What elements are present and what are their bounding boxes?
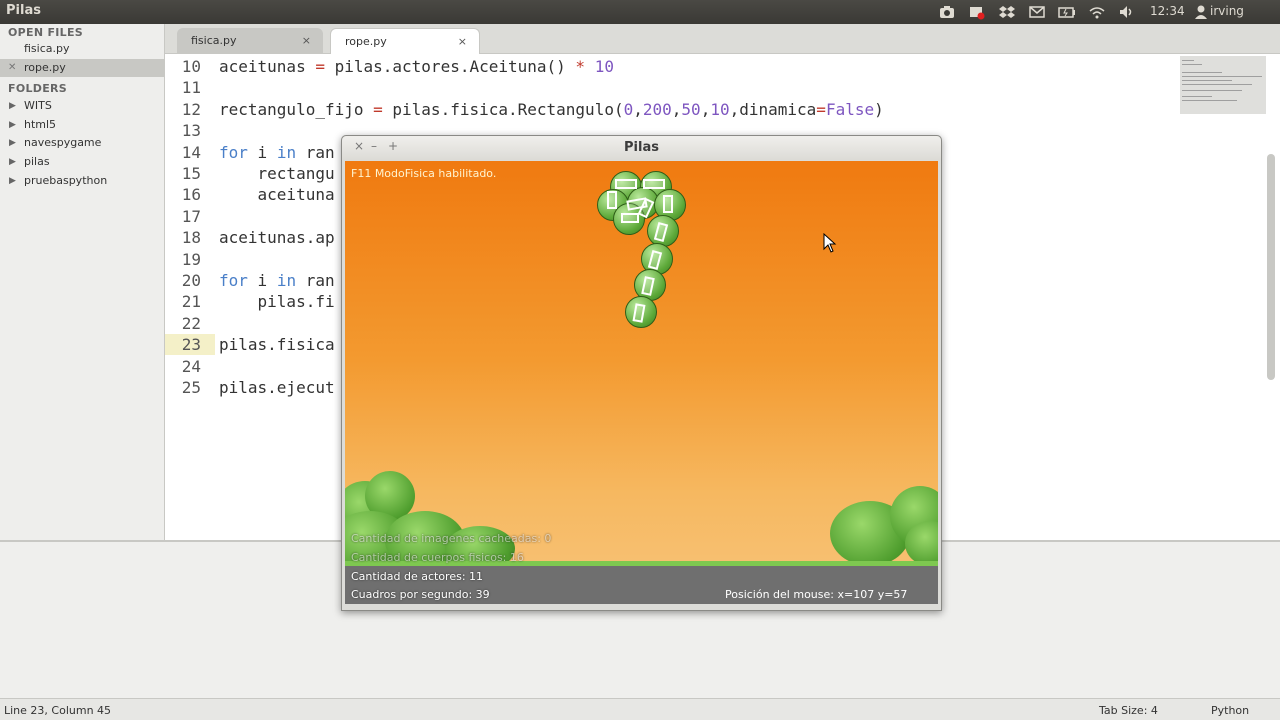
physics-body xyxy=(643,179,665,189)
code-text: aceitunas.ap xyxy=(219,228,335,248)
user-icon[interactable] xyxy=(1192,3,1210,21)
tab-label: rope.py xyxy=(345,35,387,48)
physics-mode-message: F11 ModoFisica habilitado. xyxy=(351,167,497,180)
line-number: 12 xyxy=(181,99,201,119)
line-number: 14 xyxy=(181,142,201,162)
tab-bar: fisica.py × rope.py × xyxy=(165,24,1280,55)
code-text: pilas.fi xyxy=(219,292,335,312)
folder-item[interactable]: ▶ pruebaspython xyxy=(0,172,164,190)
line-number: 23 xyxy=(181,335,201,355)
folder-item[interactable]: ▶ WITS xyxy=(0,97,164,115)
line-number: 19 xyxy=(181,249,201,269)
expand-arrow-icon[interactable]: ▶ xyxy=(9,116,16,134)
window-titlebar[interactable]: × – + Pilas xyxy=(342,136,941,160)
user-name[interactable]: irving xyxy=(1210,4,1244,18)
expand-arrow-icon[interactable]: ▶ xyxy=(9,134,16,152)
volume-icon[interactable] xyxy=(1118,3,1136,21)
minimap[interactable] xyxy=(1180,56,1266,114)
folder-item[interactable]: ▶ navespygame xyxy=(0,134,164,152)
line-number: 25 xyxy=(181,378,201,397)
battery-icon[interactable] xyxy=(1058,3,1076,21)
code-text: for i in ran xyxy=(219,271,335,290)
code-line[interactable]: 11 xyxy=(165,77,1165,98)
folder-item[interactable]: ▶ pilas xyxy=(0,153,164,171)
line-number: 17 xyxy=(181,206,201,226)
physics-body xyxy=(621,213,639,223)
hud-actors: Cantidad de actores: 11 xyxy=(351,570,484,583)
hud-fps: Cuadros por segundo: 39 xyxy=(351,588,490,601)
physics-body xyxy=(663,195,673,213)
pilas-window[interactable]: × – + Pilas F11 ModoFisica habilitado. C… xyxy=(341,135,942,611)
mouse-cursor-icon xyxy=(823,233,837,253)
app-title: Pilas xyxy=(6,3,41,18)
physics-body xyxy=(615,179,637,189)
tab-size-selector[interactable]: Tab Size: 4 xyxy=(1099,704,1158,717)
line-number: 11 xyxy=(181,78,201,98)
code-text: rectangulo_fijo = pilas.fisica.Rectangul… xyxy=(219,99,884,119)
folder-item[interactable]: ▶ html5 xyxy=(0,116,164,134)
code-line[interactable]: 10 aceitunas = pilas.actores.Aceituna() *… xyxy=(165,56,1165,77)
code-text: pilas.ejecut xyxy=(219,378,335,397)
code-line[interactable]: 12 rectangulo_fijo = pilas.fisica.Rectang… xyxy=(165,99,1165,120)
close-icon[interactable]: × xyxy=(458,29,467,55)
cursor-position: Line 23, Column 45 xyxy=(4,704,112,717)
line-number: 20 xyxy=(181,271,201,290)
code-text: pilas.fisica xyxy=(219,335,335,355)
sidebar: OPEN FILES fisica.py ✕ rope.py FOLDERS ▶… xyxy=(0,24,165,540)
line-number: 13 xyxy=(181,121,201,141)
hud-physics-bodies: Cantidad de cuerpos fisicos: 16 xyxy=(351,551,524,564)
scrollbar[interactable] xyxy=(1267,154,1275,380)
folders-header: FOLDERS xyxy=(8,82,68,95)
expand-arrow-icon[interactable]: ▶ xyxy=(9,153,16,171)
physics-body xyxy=(607,191,617,209)
open-files-header: OPEN FILES xyxy=(8,26,84,39)
close-icon[interactable]: × xyxy=(302,28,311,54)
window-title: Pilas xyxy=(624,140,659,155)
folder-name: navespygame xyxy=(24,136,102,149)
status-bar: Line 23, Column 45 Tab Size: 4 Python xyxy=(0,698,1280,720)
expand-arrow-icon[interactable]: ▶ xyxy=(9,97,16,115)
clock[interactable]: 12:34 xyxy=(1150,4,1185,18)
open-file-item[interactable]: fisica.py xyxy=(0,40,164,58)
hud-cached-images: Cantidad de imagenes cacheadas: 0 xyxy=(351,532,552,545)
record-icon[interactable] xyxy=(968,3,986,21)
dropbox-icon[interactable] xyxy=(998,3,1016,21)
tab-fisica[interactable]: fisica.py × xyxy=(177,28,323,55)
mail-icon[interactable] xyxy=(1028,3,1046,21)
open-file-name: fisica.py xyxy=(24,42,70,55)
camera-icon[interactable] xyxy=(938,3,956,21)
hud-mouse-position: Posición del mouse: x=107 y=57 xyxy=(725,588,908,601)
code-text: aceitunas = pilas.actores.Aceituna() * 1… xyxy=(219,57,614,76)
expand-arrow-icon[interactable]: ▶ xyxy=(9,172,16,190)
code-text: rectangu xyxy=(219,164,335,183)
line-number: 22 xyxy=(181,313,201,333)
syntax-selector[interactable]: Python xyxy=(1211,704,1249,717)
folder-name: pilas xyxy=(24,155,50,168)
line-number: 18 xyxy=(181,228,201,248)
game-canvas[interactable]: F11 ModoFisica habilitado. Cantidad de i… xyxy=(345,161,938,604)
line-number: 21 xyxy=(181,292,201,312)
code-text: for i in ran xyxy=(219,142,335,162)
folder-name: html5 xyxy=(24,118,57,131)
line-number: 15 xyxy=(181,164,201,183)
folder-name: WITS xyxy=(24,99,52,112)
code-text: aceituna xyxy=(219,185,335,205)
close-icon[interactable]: ✕ xyxy=(8,59,16,77)
folder-name: pruebaspython xyxy=(24,174,108,187)
tab-rope[interactable]: rope.py × xyxy=(330,28,480,55)
line-number: 24 xyxy=(181,356,201,376)
tab-label: fisica.py xyxy=(191,34,237,47)
top-panel: Pilas 12:34 irving xyxy=(0,0,1280,24)
line-number: 10 xyxy=(181,57,201,76)
open-file-item-active[interactable]: ✕ rope.py xyxy=(0,59,164,77)
wifi-icon[interactable] xyxy=(1088,3,1106,21)
open-file-name: rope.py xyxy=(24,61,66,74)
line-number: 16 xyxy=(181,185,201,205)
